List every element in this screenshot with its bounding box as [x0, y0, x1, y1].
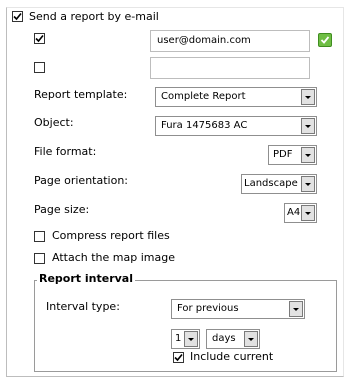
- email-2-input[interactable]: [150, 57, 310, 79]
- green-check-icon: [318, 33, 332, 47]
- interval-type-select[interactable]: For previous: [171, 299, 305, 319]
- file-format-label: File format:: [34, 145, 97, 158]
- interval-type-label: Interval type:: [46, 300, 120, 313]
- chevron-down-icon: [301, 147, 315, 163]
- interval-unit-value: days: [212, 333, 236, 344]
- file-format-select[interactable]: PDF: [268, 145, 317, 165]
- chevron-down-icon: [301, 205, 315, 221]
- attach-map-label: Attach the map image: [52, 251, 175, 264]
- object-label: Object:: [34, 116, 74, 129]
- email-2-checkbox[interactable]: [34, 62, 45, 73]
- report-interval-group: [34, 280, 337, 372]
- chevron-down-icon: [301, 176, 315, 192]
- page-size-value: A4: [287, 207, 301, 218]
- page-size-label: Page size:: [34, 203, 90, 216]
- attach-map-checkbox[interactable]: [34, 253, 45, 264]
- object-select[interactable]: Fura 1475683 AC: [155, 116, 317, 136]
- compress-files-label: Compress report files: [52, 229, 170, 242]
- chevron-down-icon: [184, 331, 198, 347]
- page-orientation-value: Landscape: [244, 178, 298, 189]
- email-1-input[interactable]: user@domain.com: [150, 30, 310, 52]
- report-template-select[interactable]: Complete Report: [155, 87, 317, 107]
- interval-count-select[interactable]: 1: [171, 329, 200, 349]
- chevron-down-icon: [289, 301, 303, 317]
- include-current-checkbox[interactable]: [173, 352, 184, 363]
- send-report-checkbox[interactable]: [12, 11, 23, 22]
- email-1-checkbox[interactable]: [34, 33, 45, 44]
- report-template-value: Complete Report: [161, 91, 246, 102]
- page-orientation-label: Page orientation:: [34, 174, 129, 187]
- chevron-down-icon: [301, 89, 315, 105]
- page-orientation-select[interactable]: Landscape: [241, 174, 317, 194]
- interval-count-value: 1: [175, 333, 182, 344]
- report-template-label: Report template:: [34, 88, 128, 101]
- include-current-label: Include current: [190, 350, 274, 363]
- compress-files-checkbox[interactable]: [34, 231, 45, 242]
- interval-type-value: For previous: [177, 303, 239, 314]
- file-format-value: PDF: [273, 149, 293, 160]
- interval-unit-select[interactable]: days: [206, 329, 260, 349]
- page-size-select[interactable]: A4: [284, 203, 317, 223]
- chevron-down-icon: [301, 118, 315, 134]
- object-value: Fura 1475683 AC: [161, 120, 248, 131]
- report-interval-title: Report interval: [37, 272, 135, 285]
- chevron-down-icon: [244, 331, 258, 347]
- send-report-label: Send a report by e-mail: [29, 10, 159, 23]
